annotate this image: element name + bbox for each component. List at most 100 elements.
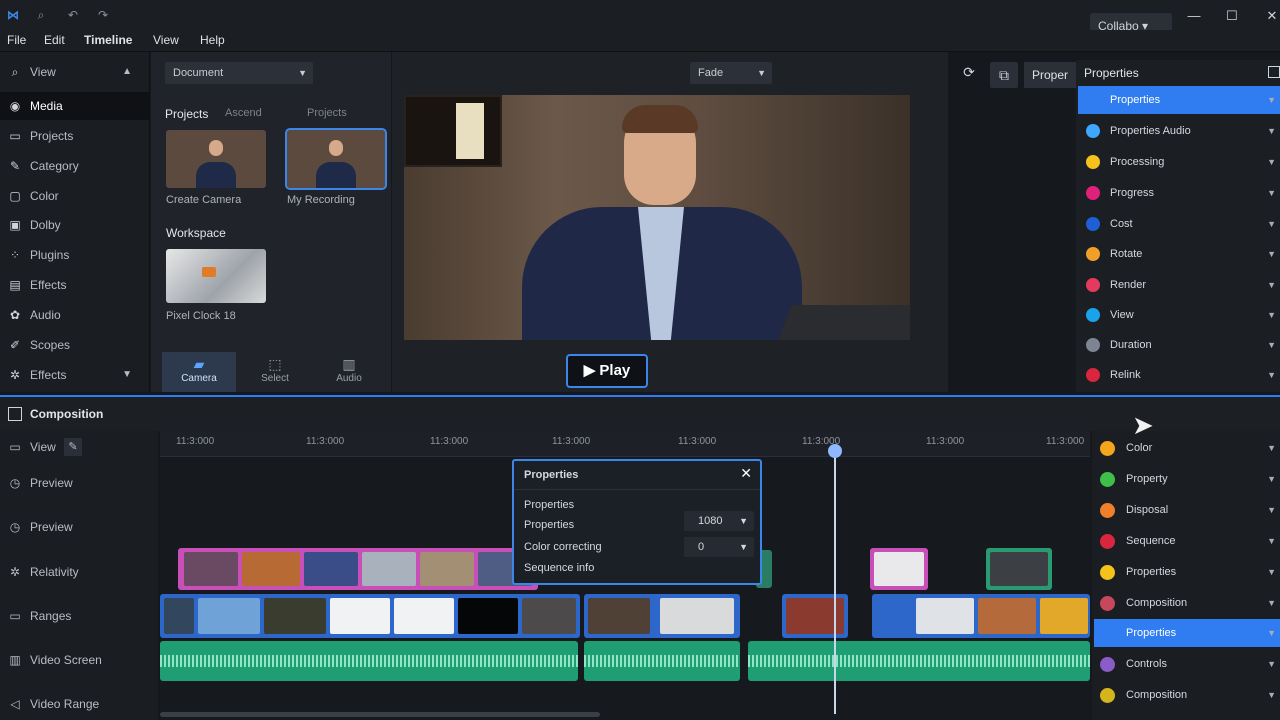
color-select[interactable]: 0 ▼	[684, 537, 754, 557]
media-dropdown[interactable]: Document ▼	[165, 62, 313, 84]
chevron-down-icon: ▼	[1267, 188, 1276, 198]
timeline-clip-blue-3[interactable]	[782, 594, 848, 638]
track-view[interactable]: ▭ View ✎	[0, 436, 158, 458]
clip-thumbnail-3[interactable]	[166, 249, 266, 303]
timeline-side-row[interactable]: Properties ▼	[1094, 619, 1280, 647]
undo-icon[interactable]: ↶	[66, 8, 80, 22]
tab-camera[interactable]: ▰ Camera	[162, 352, 236, 392]
panel-expand-icon[interactable]	[1268, 66, 1280, 78]
chevron-down-icon: ▼	[739, 516, 748, 526]
video-preview[interactable]	[404, 95, 910, 340]
properties-row[interactable]: Processing ▼	[1078, 148, 1280, 176]
clip-frame	[978, 598, 1036, 634]
playhead-handle[interactable]	[828, 444, 842, 458]
resolution-select-value: 1080	[698, 515, 723, 527]
properties-row[interactable]: Properties ▼	[1078, 86, 1280, 114]
search-icon[interactable]: ⌕	[34, 8, 48, 22]
chevron-down-icon: ▼	[1267, 340, 1276, 350]
timeline-clip-purple[interactable]	[178, 548, 538, 590]
filter-ascend[interactable]: Ascend	[225, 107, 262, 119]
timeline-clip-blue-1[interactable]	[160, 594, 580, 638]
timeline-clip-green[interactable]	[986, 548, 1052, 590]
clip-thumbnail-2[interactable]	[285, 128, 387, 190]
redo-icon[interactable]: ↷	[96, 8, 110, 22]
timeline-clip-blue-4[interactable]	[872, 594, 1090, 638]
track-relativity[interactable]: ✲ Relativity	[0, 561, 158, 583]
tab-select[interactable]: ⬚ Select	[238, 352, 312, 392]
popup-line-properties: Properties	[524, 499, 575, 511]
filter-projects[interactable]: Projects	[307, 107, 347, 119]
track-ranges[interactable]: ▭ Ranges	[0, 605, 158, 627]
chevron-down-icon: ▼	[1267, 443, 1276, 453]
close-icon[interactable]: ✕	[1262, 8, 1280, 26]
play-button[interactable]: ▶ Play	[566, 354, 648, 388]
chevron-down-icon: ▼	[1267, 280, 1276, 290]
close-icon[interactable]: ✕	[740, 465, 752, 482]
clip-frame	[264, 598, 326, 634]
properties-row[interactable]: Properties Audio ▼	[1078, 117, 1280, 145]
menu-help[interactable]: Help	[200, 33, 225, 47]
sidebar-item-plugins[interactable]: ⁘ Plugins	[0, 241, 150, 269]
timeline-side-row[interactable]: Disposal ▼	[1094, 496, 1280, 524]
timeline-ruler[interactable]: 11:3:000 11:3:000 11:3:000 11:3:000 11:3…	[160, 431, 1090, 457]
menu-view[interactable]: View	[153, 33, 179, 47]
timeline-clip-pink[interactable]	[870, 548, 928, 590]
track-preview-1[interactable]: ◷ Preview	[0, 472, 158, 494]
playhead[interactable]	[834, 446, 836, 714]
timeline-side-row[interactable]: Sequence ▼	[1094, 527, 1280, 555]
sidebar-header-view[interactable]: ⌕ View ▲	[0, 58, 150, 86]
sidebar-item-fx[interactable]: ✲ Effects ▼	[0, 361, 150, 389]
tab-audio[interactable]: ▥ Audio	[312, 352, 386, 392]
properties-row[interactable]: View ▼	[1078, 301, 1280, 329]
sidebar-item-media[interactable]: ◉ Media	[0, 92, 150, 120]
sidebar-item-projects[interactable]: ▭ Projects	[0, 122, 150, 150]
clip-label-2: My Recording	[287, 194, 355, 206]
timeline-side-row[interactable]: Properties ▼	[1094, 558, 1280, 586]
screen-icon: ▥	[9, 653, 21, 667]
timeline-clip-blue-2[interactable]	[584, 594, 740, 638]
properties-row[interactable]: Render ▼	[1078, 271, 1280, 299]
sidebar-item-dolby[interactable]: ▣ Dolby	[0, 211, 150, 239]
maximize-icon[interactable]: ☐	[1222, 8, 1242, 26]
sidebar-item-audio[interactable]: ✿ Audio	[0, 301, 150, 329]
resolution-select[interactable]: 1080 ▼	[684, 511, 754, 531]
track-video-range[interactable]: ◁ Video Range	[0, 693, 158, 715]
audio-clip-2[interactable]	[584, 641, 740, 681]
sidebar-item-effects[interactable]: ▤ Effects	[0, 271, 150, 299]
properties-row[interactable]: Relink ▼	[1078, 361, 1280, 389]
resolution-dropdown[interactable]: Fade ▼	[690, 62, 772, 84]
chevron-down-icon: ▼	[1267, 219, 1276, 229]
sidebar-item-color[interactable]: ▢ Color	[0, 182, 150, 210]
audio-waveform	[748, 655, 1090, 667]
sidebar-item-label: Effects	[30, 278, 67, 292]
sidebar-item-category[interactable]: ✎ Category	[0, 152, 150, 180]
horizontal-scrollbar[interactable]	[160, 712, 600, 717]
copy-icon[interactable]: ⧉	[990, 62, 1018, 88]
menu-file[interactable]: File	[7, 33, 26, 47]
properties-row[interactable]: Rotate ▼	[1078, 240, 1280, 268]
timeline-side-row[interactable]: Composition ▼	[1094, 681, 1280, 709]
timeline-side-row[interactable]: Controls ▼	[1094, 650, 1280, 678]
sidebar-item-scopes[interactable]: ✐ Scopes	[0, 331, 150, 359]
timeline-side-row-label: Color	[1126, 442, 1153, 454]
clip-frame	[916, 598, 974, 634]
audio-clip-3[interactable]	[748, 641, 1090, 681]
chevron-down-icon: ▼	[1267, 249, 1276, 259]
properties-row[interactable]: Progress ▼	[1078, 179, 1280, 207]
minimize-icon[interactable]: —	[1184, 8, 1204, 26]
menu-timeline[interactable]: Timeline	[84, 33, 132, 47]
timeline-side-row[interactable]: Composition ▼	[1094, 589, 1280, 617]
clip-thumbnail-1[interactable]	[166, 130, 266, 188]
edit-icon[interactable]: ✎	[64, 438, 82, 456]
refresh-icon[interactable]: ⟳	[958, 64, 980, 84]
menu-edit[interactable]: Edit	[44, 33, 65, 47]
track-video-screen[interactable]: ▥ Video Screen	[0, 649, 158, 671]
chevron-down-icon: ▼	[298, 68, 307, 78]
audio-clip-1[interactable]	[160, 641, 578, 681]
properties-tab-button[interactable]: Proper	[1024, 62, 1076, 88]
properties-row[interactable]: Cost ▼	[1078, 210, 1280, 238]
timeline-side-row[interactable]: Color ▼	[1094, 434, 1280, 462]
properties-row[interactable]: Duration ▼	[1078, 331, 1280, 359]
track-preview-2[interactable]: ◷ Preview	[0, 516, 158, 538]
timeline-side-row[interactable]: Property ▼	[1094, 465, 1280, 493]
